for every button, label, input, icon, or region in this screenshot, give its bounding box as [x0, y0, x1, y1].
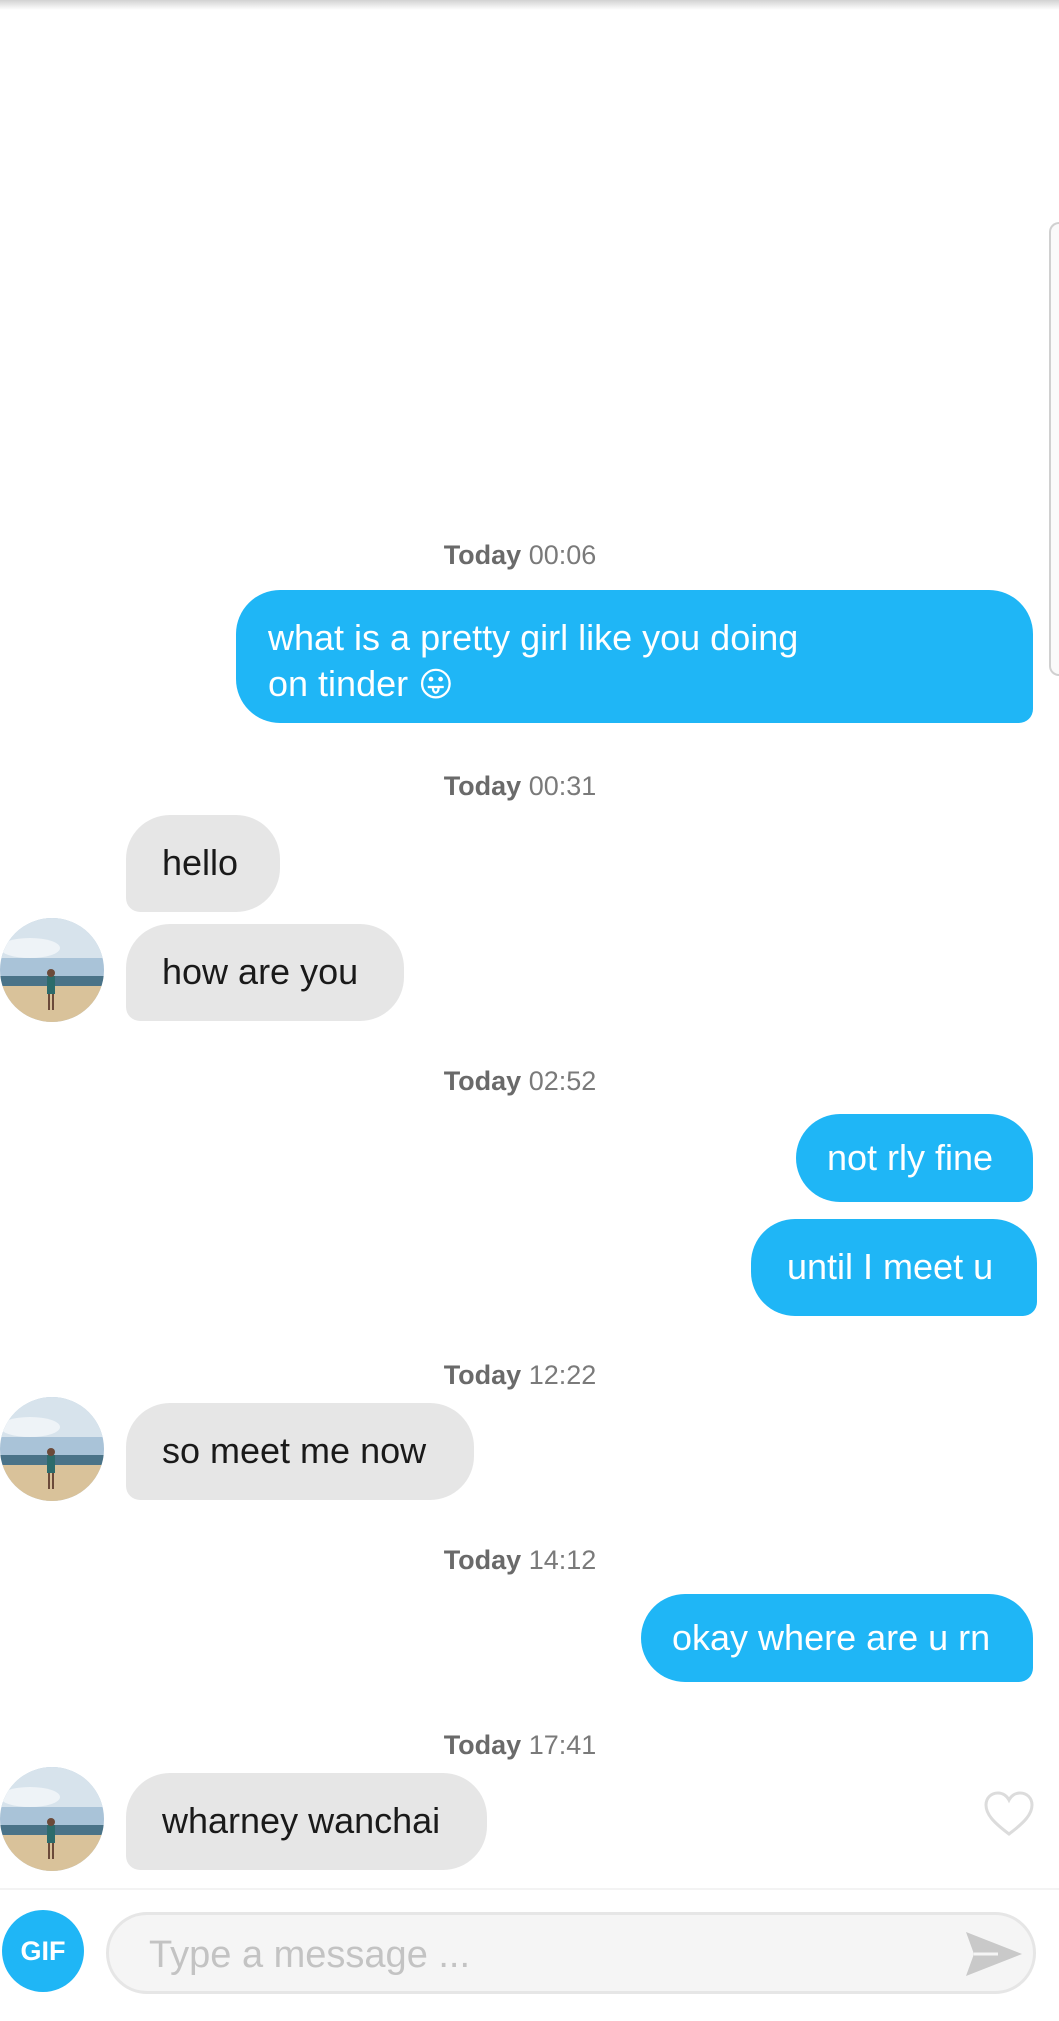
message-text: how are you: [162, 951, 359, 992]
message-text: until I meet u: [787, 1246, 994, 1287]
outgoing-message[interactable]: not rly fine: [796, 1114, 1033, 1202]
outgoing-message[interactable]: until I meet u: [751, 1219, 1037, 1316]
message-text-line2-wrap: on tinder 😛: [268, 661, 1001, 708]
send-icon[interactable]: [964, 1928, 1024, 1980]
timestamp: Today 12:22: [0, 1360, 1040, 1391]
timestamp-time: 00:06: [528, 540, 597, 570]
timestamp-day: Today: [443, 1066, 522, 1096]
timestamp: Today 14:12: [0, 1545, 1040, 1576]
top-shadow: [0, 0, 1059, 10]
timestamp: Today 00:06: [0, 540, 1040, 571]
message-text: okay where are u rn: [672, 1617, 991, 1658]
message-text-line2: on tinder: [268, 663, 409, 704]
outgoing-message[interactable]: what is a pretty girl like you doing on …: [236, 590, 1033, 723]
avatar-photo: [0, 918, 104, 1022]
match-avatar[interactable]: [0, 918, 104, 1022]
timestamp-day: Today: [443, 1360, 522, 1390]
heart-icon[interactable]: [983, 1790, 1035, 1838]
message-text: wharney wanchai: [162, 1800, 441, 1841]
avatar-photo: [0, 1397, 104, 1501]
timestamp-time: 17:41: [528, 1730, 597, 1760]
timestamp: Today 17:41: [0, 1730, 1040, 1761]
timestamp-time: 14:12: [528, 1545, 597, 1575]
match-avatar[interactable]: [0, 1767, 104, 1871]
incoming-message[interactable]: hello: [126, 815, 280, 912]
timestamp-day: Today: [443, 1730, 522, 1760]
message-text: hello: [162, 842, 239, 883]
incoming-message[interactable]: wharney wanchai: [126, 1773, 487, 1870]
match-avatar[interactable]: [0, 1397, 104, 1501]
incoming-message[interactable]: so meet me now: [126, 1403, 474, 1500]
timestamp-day: Today: [443, 1545, 522, 1575]
timestamp-time: 12:22: [528, 1360, 597, 1390]
gif-button[interactable]: GIF: [2, 1910, 84, 1992]
outgoing-message[interactable]: okay where are u rn: [641, 1594, 1033, 1682]
timestamp: Today 00:31: [0, 771, 1040, 802]
avatar-photo: [0, 1767, 104, 1871]
incoming-message[interactable]: how are you: [126, 924, 404, 1021]
timestamp-day: Today: [443, 771, 522, 801]
message-text: not rly fine: [827, 1137, 994, 1178]
timestamp-day: Today: [443, 540, 522, 570]
tongue-emoji-icon: 😛: [418, 666, 454, 704]
timestamp-time: 02:52: [528, 1066, 597, 1096]
message-text-line1: what is a pretty girl like you doing: [268, 617, 799, 658]
message-text: so meet me now: [162, 1430, 427, 1471]
timestamp: Today 02:52: [0, 1066, 1040, 1097]
message-input[interactable]: [147, 1927, 931, 1983]
scroll-edge[interactable]: [1049, 222, 1059, 676]
timestamp-time: 00:31: [528, 771, 597, 801]
message-field[interactable]: [106, 1912, 1036, 1994]
